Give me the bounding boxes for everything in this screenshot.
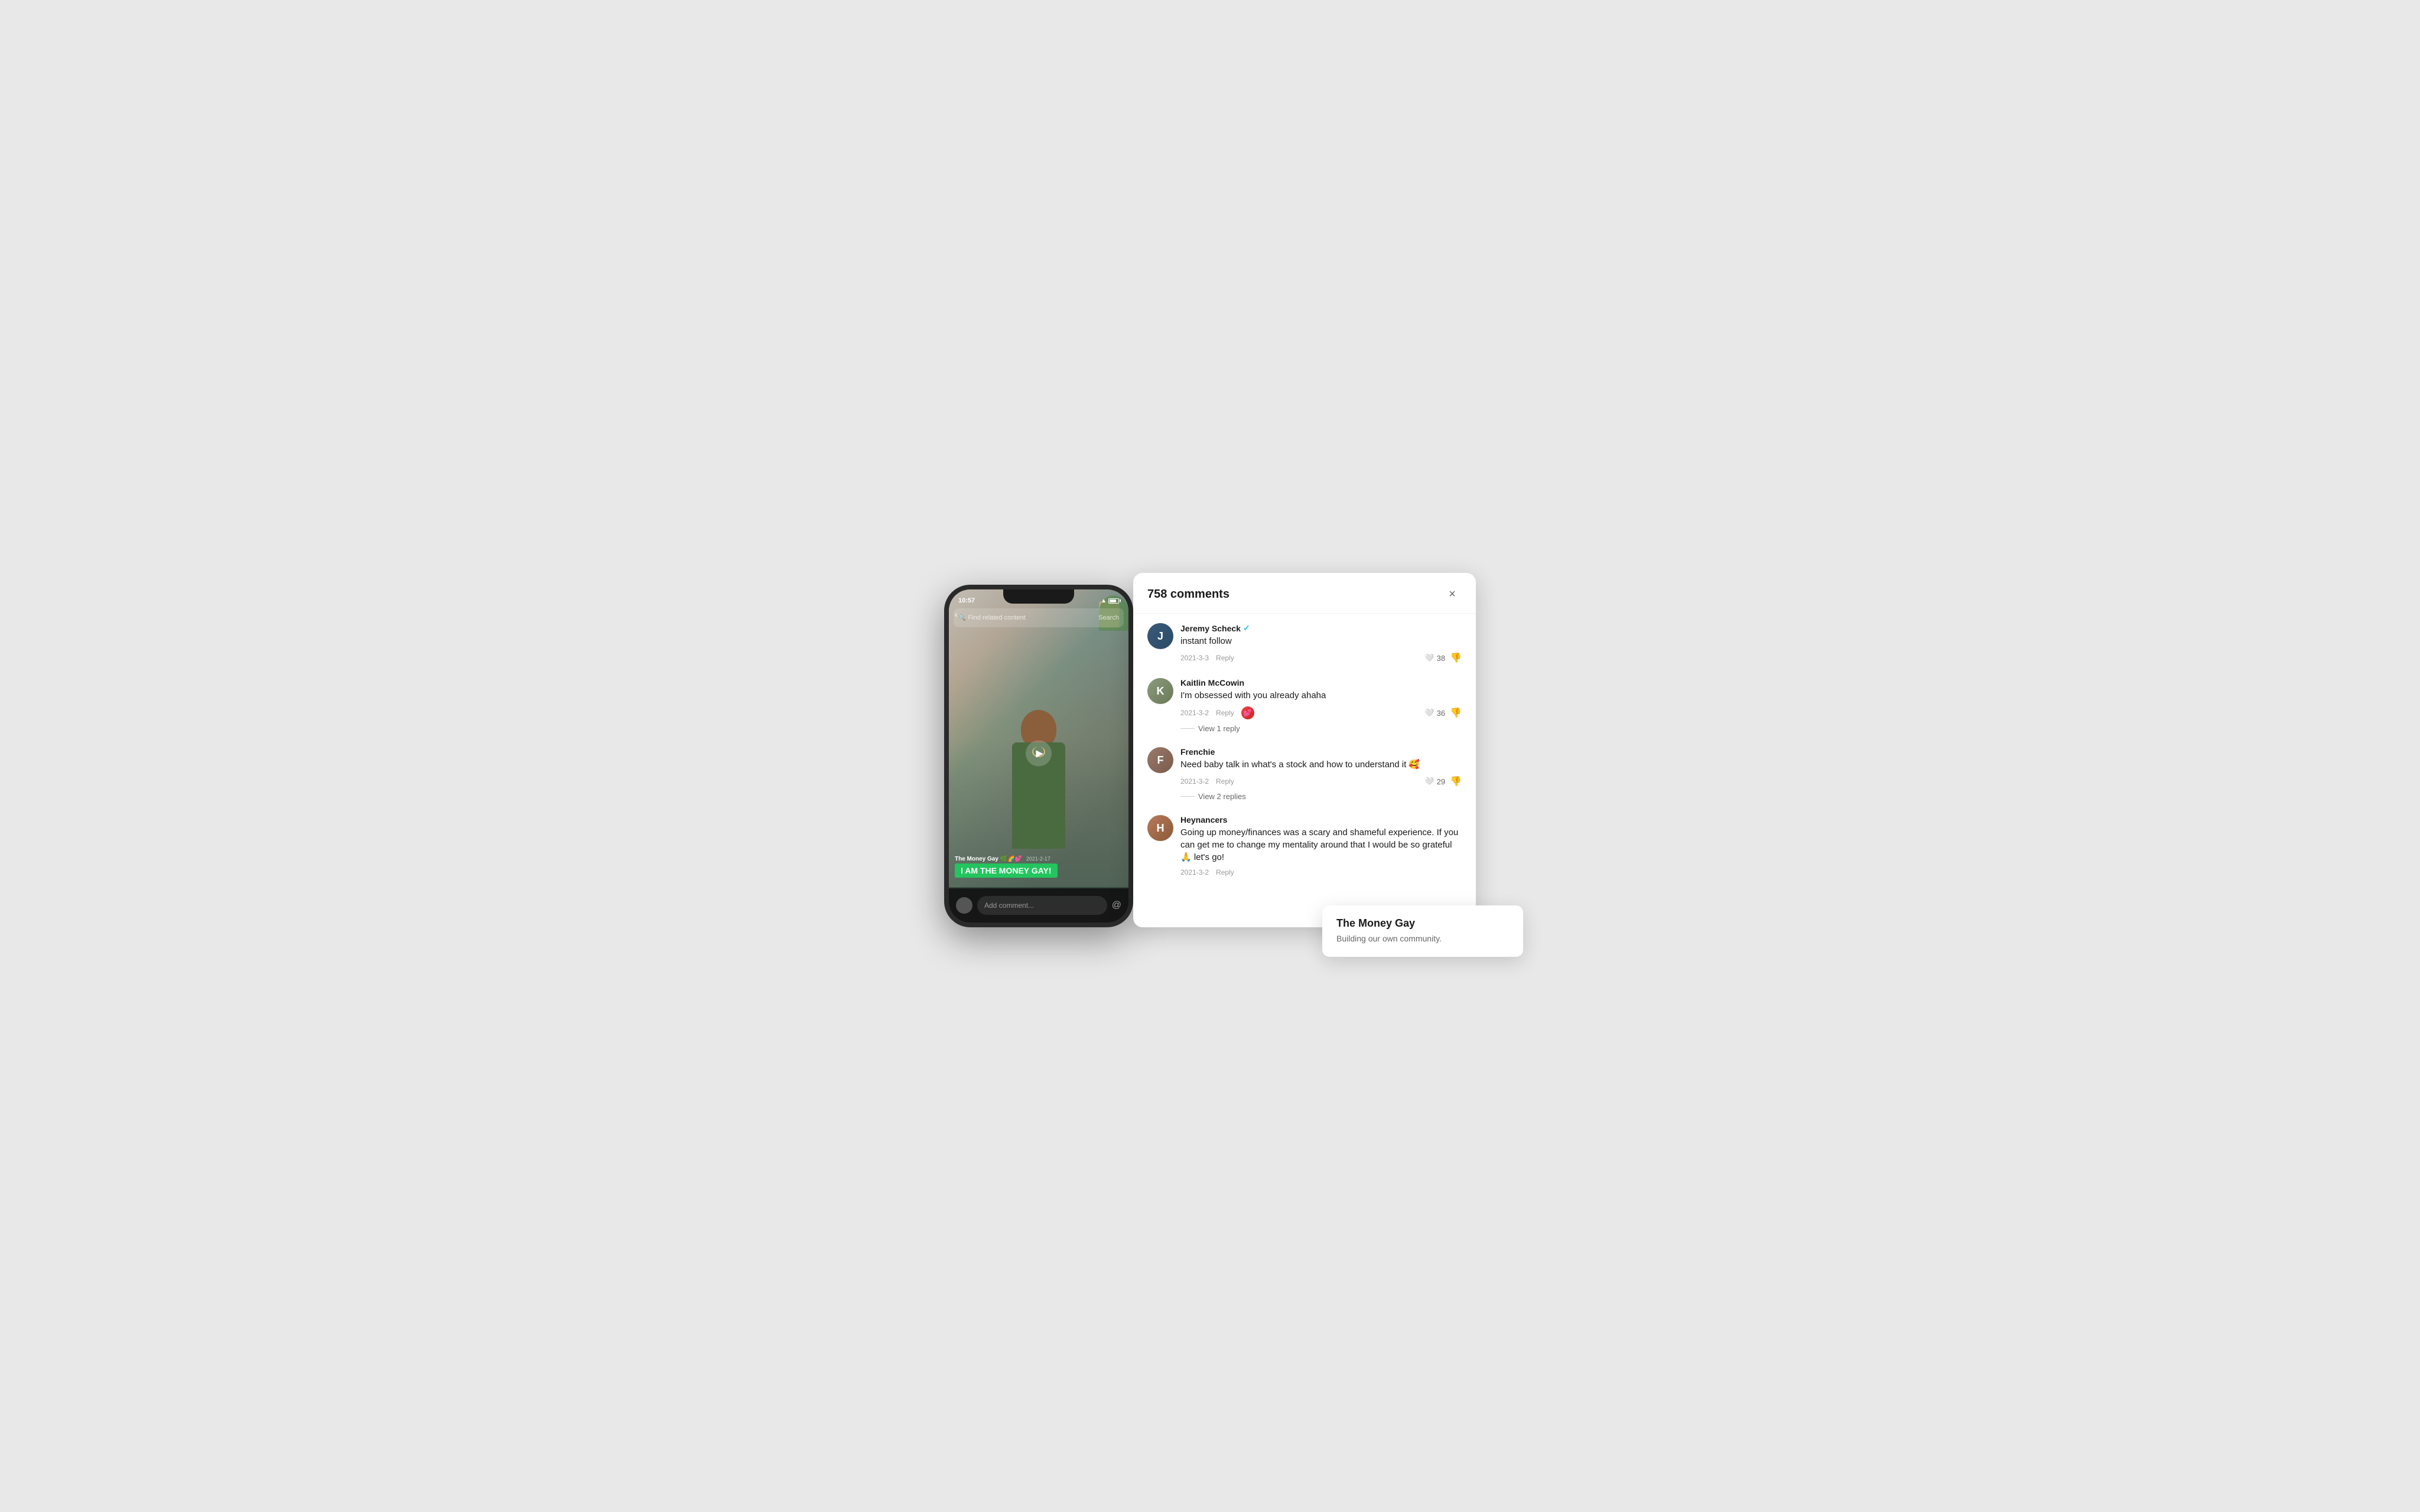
table-row: F Frenchie Need baby talk in what's a st… [1147, 747, 1462, 801]
phone-time: 10:57 [958, 597, 975, 604]
comment-actions-jeremy: 🤍 38 👎 [1424, 652, 1462, 664]
comment-text-jeremy: instant follow [1180, 635, 1462, 647]
table-row: H Heynancers Going up money/finances was… [1147, 815, 1462, 876]
comment-date-frenchie: 2021-3-2 [1180, 777, 1209, 786]
reply-button-heynancers[interactable]: Reply [1216, 868, 1234, 876]
dislike-button-jeremy[interactable]: 👎 [1450, 652, 1462, 664]
comment-text-frenchie: Need baby talk in what's a stock and how… [1180, 758, 1462, 771]
comments-title: 758 comments [1147, 588, 1229, 601]
reply-button-kaitlin[interactable]: Reply [1216, 709, 1234, 717]
comment-content-heynancers: Heynancers Going up money/finances was a… [1180, 815, 1462, 876]
comment-actions-kaitlin: 🤍 36 👎 [1424, 707, 1462, 719]
play-button[interactable]: ▶ [1026, 741, 1052, 767]
comment-username-kaitlin: Kaitlin McCowin [1180, 678, 1462, 687]
comment-meta-heynancers: 2021-3-2 Reply [1180, 868, 1462, 876]
comment-text-kaitlin: I'm obsessed with you already ahaha [1180, 689, 1462, 702]
comment-username-frenchie: Frenchie [1180, 747, 1462, 757]
avatar: F [1147, 747, 1173, 773]
comment-meta-kaitlin: 2021-3-2 Reply 💕 🤍 36 👎 [1180, 706, 1462, 719]
phone-comment-bar: Add comment... @ [949, 888, 1128, 923]
comments-list[interactable]: J Jeremy Scheck ✓ instant follow 2021-3-… [1133, 614, 1476, 927]
battery-icon [1108, 598, 1119, 604]
phone-search-bar[interactable]: 🔍 Find related content Search [954, 608, 1124, 627]
creator-name: The Money Gay 🌿🌈💕 2021-2-17 [955, 856, 1123, 862]
heart-icon-2: 🤍 [1424, 708, 1434, 718]
divider-2 [1180, 796, 1195, 797]
comment-text-heynancers: Going up money/finances was a scary and … [1180, 826, 1462, 863]
comment-actions-frenchie: 🤍 29 👎 [1424, 775, 1462, 787]
video-banner: I AM THE MONEY GAY! [955, 863, 1058, 878]
like-button-kaitlin[interactable]: 🤍 36 [1424, 708, 1445, 718]
like-button-frenchie[interactable]: 🤍 29 [1424, 777, 1445, 786]
tooltip-title: The Money Gay [1336, 917, 1509, 930]
user-avatar-small [956, 897, 972, 914]
phone-status-bar: 10:57 ▲ [949, 589, 1128, 608]
comments-panel: 758 comments × J Jeremy Scheck ✓ instant… [1133, 573, 1476, 927]
comment-meta-jeremy: 2021-3-3 Reply 🤍 38 👎 [1180, 652, 1462, 664]
comments-header: 758 comments × [1133, 573, 1476, 614]
comment-username-jeremy: Jeremy Scheck ✓ [1180, 623, 1462, 633]
comment-content-frenchie: Frenchie Need baby talk in what's a stoc… [1180, 747, 1462, 801]
heart-icon-3: 🤍 [1424, 777, 1434, 786]
comment-username-heynancers: Heynancers [1180, 815, 1462, 825]
comment-content-kaitlin: Kaitlin McCowin I'm obsessed with you al… [1180, 678, 1462, 733]
dislike-button-frenchie[interactable]: 👎 [1450, 775, 1462, 787]
wifi-icon: ▲ [1101, 598, 1107, 604]
back-button[interactable]: ‹ [955, 610, 958, 619]
view-replies-frenchie[interactable]: View 2 replies [1180, 792, 1462, 801]
phone-caption: The Money Gay 🌿🌈💕 2021-2-17 I AM THE MON… [949, 852, 1128, 881]
comment-date-kaitlin: 2021-3-2 [1180, 709, 1209, 717]
dislike-button-kaitlin[interactable]: 👎 [1450, 707, 1462, 719]
divider [1180, 728, 1195, 729]
comment-date-jeremy: 2021-3-3 [1180, 654, 1209, 662]
comment-placeholder: Add comment... [984, 901, 1034, 910]
verified-badge-jeremy: ✓ [1243, 623, 1250, 633]
tooltip-overlay: The Money Gay Building our own community… [1322, 905, 1523, 957]
at-icon[interactable]: @ [1112, 900, 1121, 911]
comment-meta-frenchie: 2021-3-2 Reply 🤍 29 👎 [1180, 775, 1462, 787]
phone-search-input: Find related content [968, 614, 1025, 621]
reply-button-frenchie[interactable]: Reply [1216, 777, 1234, 786]
comment-date-heynancers: 2021-3-2 [1180, 868, 1209, 876]
search-icon: 🔍 [958, 615, 965, 621]
emoji-reaction: 💕 [1241, 706, 1254, 719]
avatar: H [1147, 815, 1173, 841]
comment-content-jeremy: Jeremy Scheck ✓ instant follow 2021-3-3 … [1180, 623, 1462, 664]
comment-input[interactable]: Add comment... [977, 896, 1107, 915]
phone: 10:57 ▲ 🔍 Find related content Search ‹ … [944, 585, 1133, 927]
heart-icon: 🤍 [1424, 653, 1434, 663]
table-row: K Kaitlin McCowin I'm obsessed with you … [1147, 678, 1462, 733]
like-button-jeremy[interactable]: 🤍 38 [1424, 653, 1445, 663]
avatar: K [1147, 678, 1173, 704]
scene: 10:57 ▲ 🔍 Find related content Search ‹ … [944, 573, 1476, 939]
avatar: J [1147, 623, 1173, 649]
phone-search-label: Search [1098, 614, 1119, 621]
reply-button-jeremy[interactable]: Reply [1216, 654, 1234, 662]
table-row: J Jeremy Scheck ✓ instant follow 2021-3-… [1147, 623, 1462, 664]
close-button[interactable]: × [1443, 585, 1462, 604]
view-replies-kaitlin[interactable]: View 1 reply [1180, 724, 1462, 733]
tooltip-description: Building our own community. [1336, 933, 1509, 945]
